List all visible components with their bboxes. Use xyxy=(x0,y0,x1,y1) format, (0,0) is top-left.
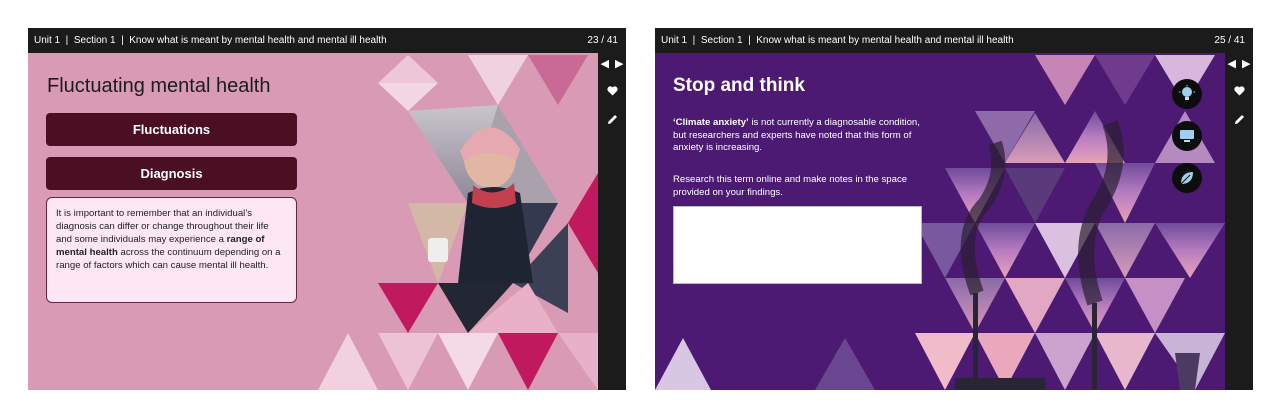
breadcrumb-section: Section 1 xyxy=(73,35,116,46)
lightbulb-icon[interactable] xyxy=(1172,79,1202,109)
notes-input[interactable] xyxy=(673,206,922,284)
slide-toolbar: ◀ ▶ xyxy=(598,53,626,390)
fluctuations-button[interactable]: Fluctuations xyxy=(46,113,297,146)
breadcrumb: Unit 1 | Section 1 | Know what is meant … xyxy=(34,35,387,46)
heart-icon[interactable] xyxy=(1232,84,1246,98)
computer-icon[interactable] xyxy=(1172,121,1202,151)
leaf-icon[interactable] xyxy=(1172,163,1202,193)
breadcrumb-unit: Unit 1 xyxy=(661,35,688,46)
diagnosis-info-box: It is important to remember that an indi… xyxy=(46,197,297,303)
next-arrow-icon[interactable]: ▶ xyxy=(1242,59,1250,70)
diagnosis-button[interactable]: Diagnosis xyxy=(46,157,297,190)
breadcrumb-topic: Know what is meant by mental health and … xyxy=(129,35,387,46)
heart-icon[interactable] xyxy=(605,84,619,98)
slide-header: Unit 1 | Section 1 | Know what is meant … xyxy=(655,28,1253,53)
instruction-text: Research this term online and make notes… xyxy=(673,174,908,198)
slide-panel-25: Unit 1 | Section 1 | Know what is meant … xyxy=(655,28,1253,390)
slide-toolbar: ◀ ▶ xyxy=(1225,53,1253,390)
climate-anxiety-text: ‘Climate anxiety’ is not currently a dia… xyxy=(673,117,923,155)
breadcrumb-topic: Know what is meant by mental health and … xyxy=(756,35,1014,46)
prev-arrow-icon[interactable]: ◀ xyxy=(601,59,609,70)
breadcrumb-unit: Unit 1 xyxy=(34,35,61,46)
slide-title: Fluctuating mental health xyxy=(47,75,271,97)
prev-arrow-icon[interactable]: ◀ xyxy=(1228,59,1236,70)
slide-content: Fluctuating mental health Fluctuations D… xyxy=(28,53,598,390)
page-counter: 25 / 41 xyxy=(1214,35,1245,46)
next-arrow-icon[interactable]: ▶ xyxy=(615,59,623,70)
pencil-icon[interactable] xyxy=(605,112,619,126)
page-counter: 23 / 41 xyxy=(587,35,618,46)
slide-header: Unit 1 | Section 1 | Know what is meant … xyxy=(28,28,626,53)
pencil-icon[interactable] xyxy=(1232,112,1246,126)
breadcrumb: Unit 1 | Section 1 | Know what is meant … xyxy=(661,35,1014,46)
slide-content: Stop and think ‘Climate anxiety’ is not … xyxy=(655,53,1225,390)
slide-title: Stop and think xyxy=(673,75,805,96)
slide-panel-23: Unit 1 | Section 1 | Know what is meant … xyxy=(28,28,626,390)
breadcrumb-section: Section 1 xyxy=(700,35,743,46)
climate-anxiety-term: ‘Climate anxiety’ xyxy=(673,117,749,128)
